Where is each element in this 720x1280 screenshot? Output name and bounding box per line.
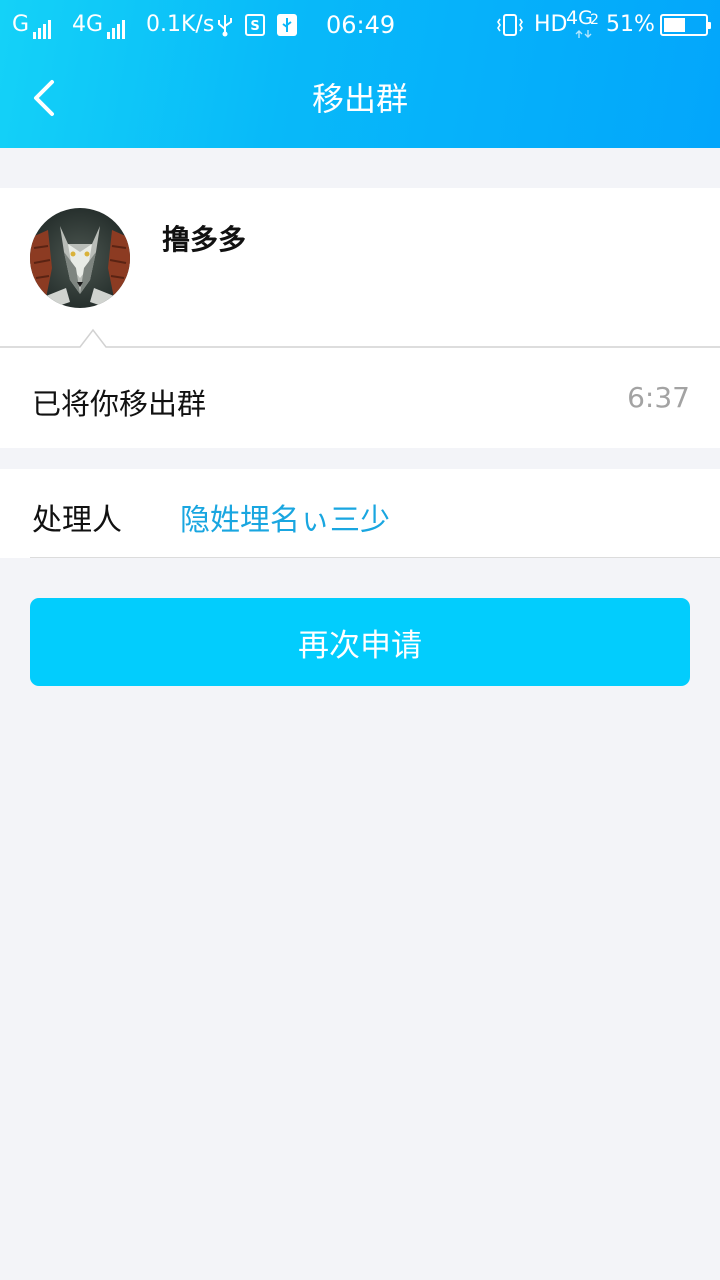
- carrier-1: G: [12, 11, 53, 39]
- signal-icon: [33, 11, 53, 39]
- wolf-avatar-icon: [30, 208, 130, 308]
- network-type: 4G: [566, 7, 593, 29]
- notice-message: 已将你移出群: [32, 387, 207, 421]
- notice-time: 6:37: [627, 381, 690, 414]
- divider: [0, 328, 720, 348]
- signal-icon: [107, 11, 127, 39]
- network-speed: 0.1K/s: [146, 12, 215, 37]
- notice-card: 撸多多 已将你移出群 6:37: [0, 188, 720, 448]
- screenshot-icon: S: [245, 14, 265, 36]
- data-arrows-icon: [575, 30, 592, 38]
- vibrate-icon: [497, 14, 523, 36]
- reapply-button[interactable]: 再次申请: [30, 598, 690, 686]
- carrier-2: 4G: [72, 11, 127, 39]
- hd-indicator: HD: [534, 12, 568, 37]
- row-divider: [30, 557, 720, 558]
- usb-debug-icon: [277, 14, 297, 36]
- handler-row: 处理人 隐姓埋名ぃ三少: [0, 469, 720, 558]
- usb-icon: [218, 15, 232, 37]
- battery-percent: 51%: [606, 12, 655, 37]
- sender-name: 撸多多: [162, 223, 247, 256]
- carrier-1-label: G: [12, 12, 30, 37]
- handler-label: 处理人: [32, 503, 122, 538]
- page-title: 移出群: [311, 80, 408, 118]
- carrier-2-label: 4G: [72, 12, 104, 37]
- status-bar: G 4G 0.1K/s S 06:49 HD 4G 2 51%: [0, 0, 720, 50]
- svg-text:S: S: [250, 19, 259, 34]
- handler-name-link[interactable]: 隐姓埋名ぃ三少: [180, 495, 390, 539]
- app-header: G 4G 0.1K/s S 06:49 HD 4G 2 51% 移出群: [0, 0, 720, 148]
- battery-icon: [660, 14, 711, 36]
- avatar[interactable]: [30, 208, 130, 308]
- clock: 06:49: [326, 11, 396, 39]
